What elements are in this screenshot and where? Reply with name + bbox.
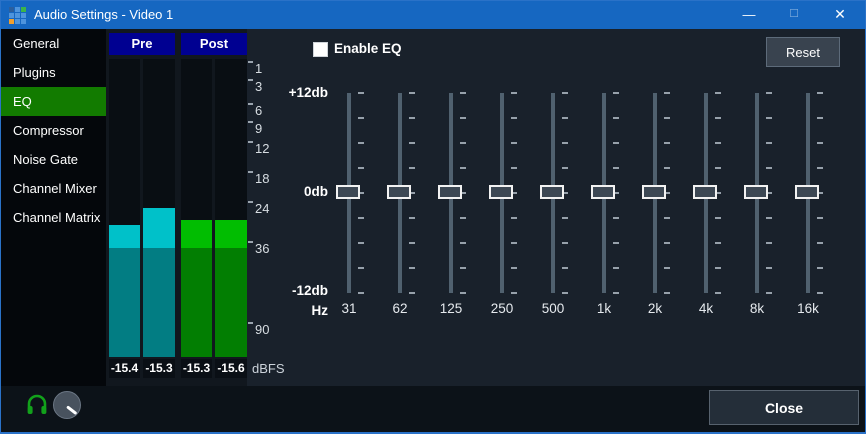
band-frequency-label: 4k [680, 301, 732, 316]
meter-bar-dark [181, 248, 212, 357]
gain-label-plus12: +12db [259, 84, 328, 102]
band-frequency-label: 16k [782, 301, 834, 316]
eq-band-slider-125: 125 [425, 93, 477, 327]
reset-button[interactable]: Reset [766, 37, 840, 67]
meter-value: -15.3 [143, 359, 175, 378]
eq-band-slider-8k: 8k [731, 93, 783, 327]
eq-band-slider-2k: 2k [629, 93, 681, 327]
meter-channel-post-right [215, 59, 247, 357]
scale-tick: 6 [248, 102, 286, 120]
meter-bar-bright [181, 220, 212, 248]
slider-thumb[interactable] [387, 185, 411, 199]
scale-tick: 36 [248, 240, 286, 258]
slider-thumb[interactable] [642, 185, 666, 199]
eq-band-slider-62: 62 [374, 93, 426, 327]
scale-tick: 90 [248, 321, 286, 339]
eq-band-slider-31: 31 [323, 93, 375, 327]
band-frequency-label: 1k [578, 301, 630, 316]
enable-eq-label: Enable EQ [334, 41, 402, 57]
sidebar-item-channel-matrix[interactable]: Channel Matrix [1, 203, 106, 232]
eq-band-slider-16k: 16k [782, 93, 834, 327]
scale-tick: 12 [248, 140, 286, 158]
slider-thumb[interactable] [438, 185, 462, 199]
band-frequency-label: 500 [527, 301, 579, 316]
knob-indicator [66, 405, 77, 415]
eq-band-slider-500: 500 [527, 93, 579, 327]
slider-thumb[interactable] [336, 185, 360, 199]
slider-thumb[interactable] [795, 185, 819, 199]
meter-channel-post-left [181, 59, 212, 357]
close-window-icon[interactable]: ✕ [818, 1, 862, 28]
meter-channel-pre-left [109, 59, 140, 357]
sidebar-item-channel-mixer[interactable]: Channel Mixer [1, 174, 106, 203]
sidebar-item-plugins[interactable]: Plugins [1, 58, 106, 87]
eq-band-slider-4k: 4k [680, 93, 732, 327]
titlebar: Audio Settings - Video 1 — ☐ ✕ [1, 1, 865, 29]
scale-tick: 1 [248, 60, 286, 78]
meter-value: -15.4 [109, 359, 140, 378]
sidebar-item-compressor[interactable]: Compressor [1, 116, 106, 145]
slider-thumb[interactable] [591, 185, 615, 199]
sidebar-item-noise-gate[interactable]: Noise Gate [1, 145, 106, 174]
band-frequency-label: 2k [629, 301, 681, 316]
meter-bar-bright [215, 220, 247, 248]
sidebar-item-eq[interactable]: EQ [1, 87, 106, 116]
meter-bar-dark [109, 248, 140, 357]
maximize-button: ☐ [772, 1, 816, 28]
meter-value: -15.6 [215, 359, 247, 378]
gain-label-minus12: -12db [259, 282, 328, 300]
scale-tick: 9 [248, 120, 286, 138]
meter-bar-dark [143, 248, 175, 357]
window-title: Audio Settings - Video 1 [34, 1, 173, 29]
audio-settings-window: Audio Settings - Video 1 — ☐ ✕ General P… [0, 0, 866, 434]
minimize-button[interactable]: — [727, 1, 771, 28]
meter-unit-label: dBFS [252, 359, 285, 378]
slider-thumb[interactable] [540, 185, 564, 199]
slider-thumb[interactable] [693, 185, 717, 199]
meter-value: -15.3 [181, 359, 212, 378]
slider-thumb[interactable] [489, 185, 513, 199]
meter-channel-pre-right [143, 59, 175, 357]
scale-tick: 24 [248, 200, 286, 218]
meter-bar-bright [109, 225, 140, 248]
close-button[interactable]: Close [709, 390, 859, 425]
headphones-volume-knob[interactable] [53, 391, 81, 419]
headphones-icon[interactable] [25, 393, 49, 417]
freq-unit-label: Hz [259, 302, 328, 320]
band-frequency-label: 31 [323, 301, 375, 316]
gain-label-zero: 0db [259, 183, 328, 201]
meter-bar-dark [215, 248, 247, 357]
app-logo-icon [9, 7, 26, 24]
meter-group-label-pre: Pre [109, 33, 175, 55]
band-frequency-label: 250 [476, 301, 528, 316]
band-frequency-label: 125 [425, 301, 477, 316]
enable-eq-checkbox[interactable] [313, 42, 328, 57]
meter-bar-bright [143, 208, 175, 248]
band-frequency-label: 8k [731, 301, 783, 316]
meter-group-label-post: Post [181, 33, 247, 55]
slider-thumb[interactable] [744, 185, 768, 199]
band-frequency-label: 62 [374, 301, 426, 316]
sidebar-item-general[interactable]: General [1, 29, 106, 58]
eq-band-slider-250: 250 [476, 93, 528, 327]
eq-band-slider-1k: 1k [578, 93, 630, 327]
